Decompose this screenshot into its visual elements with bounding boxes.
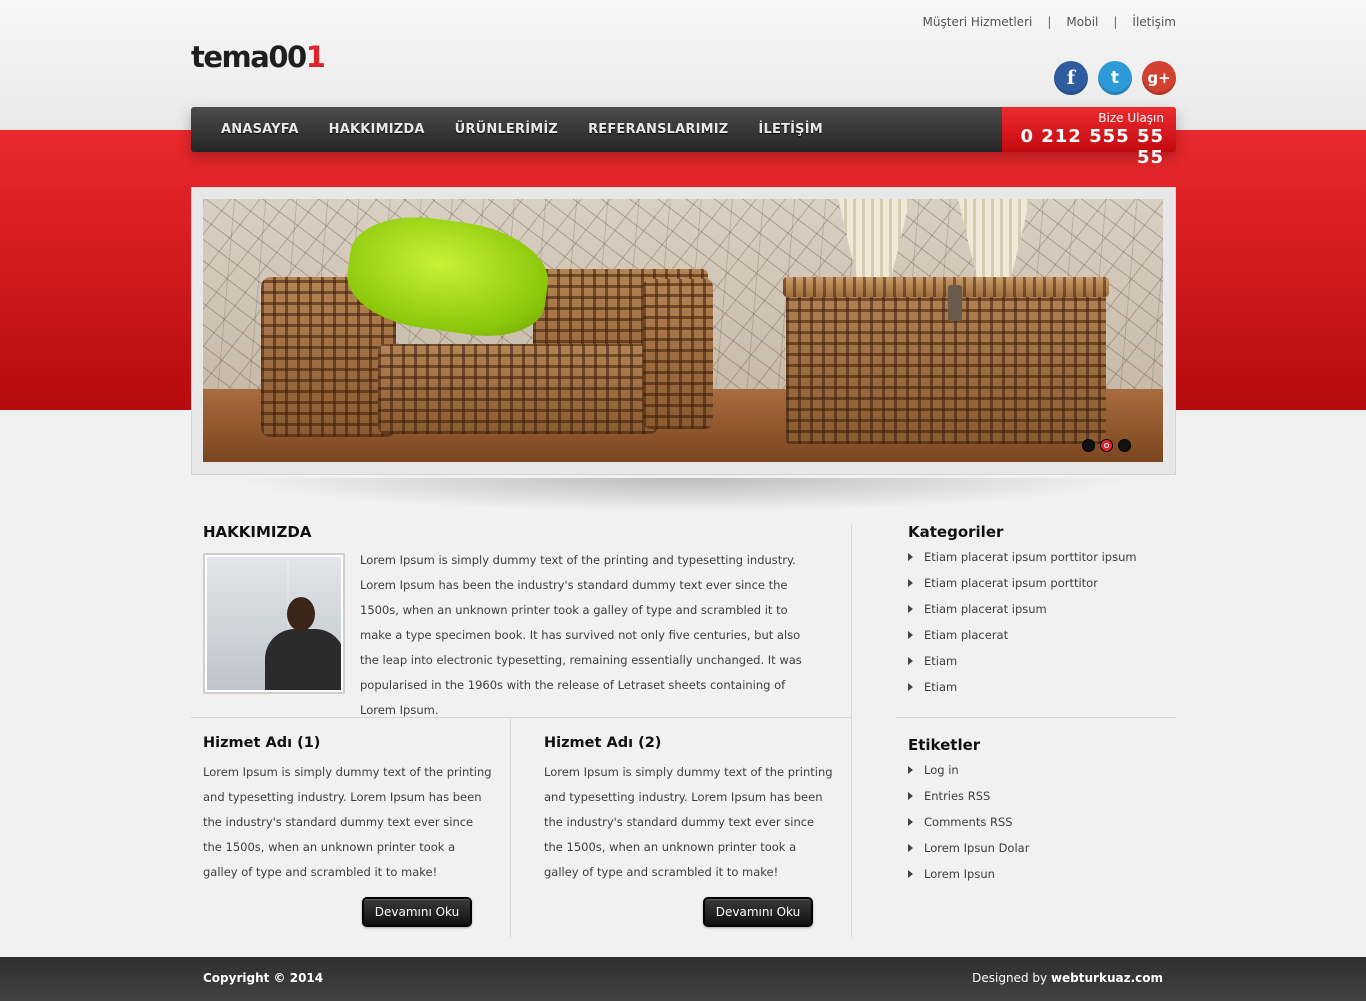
arrow-right-icon	[908, 631, 913, 639]
arrow-right-icon	[908, 792, 913, 800]
divider	[191, 717, 851, 718]
divider	[896, 717, 1176, 718]
about-title: HAKKIMIZDA	[203, 523, 312, 541]
logo-accent: 1	[305, 40, 326, 74]
category-item[interactable]: Etiam placerat	[908, 622, 1176, 648]
categories-title: Kategoriler	[908, 523, 1004, 541]
about-text: Lorem Ipsum is simply dummy text of the …	[360, 553, 802, 717]
top-link-separator: |	[1113, 15, 1118, 29]
nav-item-products[interactable]: ÜRÜNLERİMİZ	[440, 122, 573, 137]
footer: Copyright © 2014 Designed by webturkuaz.…	[0, 957, 1366, 1001]
top-link-contact[interactable]: İletişim	[1132, 15, 1176, 29]
nav-item-references[interactable]: REFERANSLARIMIZ	[573, 122, 743, 137]
top-link-separator: |	[1047, 15, 1052, 29]
tag-item[interactable]: Lorem Ipsun	[908, 861, 1176, 887]
category-item[interactable]: Etiam placerat ipsum	[908, 596, 1176, 622]
page-container: Müşteri Hizmetleri | Mobil | İletişim te…	[191, 0, 1176, 1001]
category-item[interactable]: Etiam	[908, 648, 1176, 674]
arrow-right-icon	[908, 870, 913, 878]
service-title: Hizmet Adı (1)	[203, 735, 321, 751]
facebook-icon[interactable]: f	[1054, 61, 1088, 95]
category-item[interactable]: Etiam placerat ipsum porttitor ipsum	[908, 544, 1176, 570]
divider	[851, 525, 852, 937]
slider-pagination	[1082, 439, 1131, 452]
arrow-right-icon	[908, 657, 913, 665]
arrow-right-icon	[908, 844, 913, 852]
arrow-right-icon	[908, 579, 913, 587]
nav-item-home[interactable]: ANASAYFA	[206, 122, 314, 137]
wicker-chest	[786, 284, 1106, 444]
service-title: Hizmet Adı (2)	[544, 735, 662, 751]
arrow-right-icon	[908, 553, 913, 561]
tag-item[interactable]: Entries RSS	[908, 783, 1176, 809]
service-card-2: Hizmet Adı (2) Lorem Ipsum is simply dum…	[544, 735, 834, 927]
divider	[510, 718, 511, 937]
top-link-customer-service[interactable]: Müşteri Hizmetleri	[923, 15, 1033, 29]
tag-item[interactable]: Lorem Ipsun Dolar	[908, 835, 1176, 861]
copyright-text: Copyright © 2014	[203, 971, 324, 985]
contact-label: Bize Ulaşın	[1098, 111, 1164, 125]
category-item[interactable]: Etiam	[908, 674, 1176, 700]
nav-item-about[interactable]: HAKKIMIZDA	[314, 122, 440, 137]
arrow-right-icon	[908, 818, 913, 826]
category-item[interactable]: Etiam placerat ipsum porttitor	[908, 570, 1176, 596]
logo-text: tema00	[191, 40, 307, 74]
arrow-right-icon	[908, 766, 913, 774]
tags-title: Etiketler	[908, 736, 981, 754]
tags-widget: Etiketler Log in Entries RSS Comments RS…	[908, 736, 1176, 887]
image-slider	[191, 187, 1176, 475]
read-more-button[interactable]: Devamını Oku	[703, 897, 813, 927]
slider-dot-1[interactable]	[1082, 439, 1095, 452]
about-photo	[203, 553, 345, 694]
slider-dot-3[interactable]	[1118, 439, 1131, 452]
arrow-right-icon	[908, 605, 913, 613]
designed-by: Designed by webturkuaz.com	[972, 971, 1163, 985]
nav-item-contact[interactable]: İLETİŞİM	[743, 122, 837, 137]
main-navigation: ANASAYFA HAKKIMIZDA ÜRÜNLERİMİZ REFERANS…	[191, 107, 1176, 168]
designer-link[interactable]: webturkuaz.com	[1051, 971, 1163, 985]
googleplus-icon[interactable]: g+	[1142, 61, 1176, 95]
contact-box: Bize Ulaşın 0 212 555 55 55	[1002, 107, 1176, 168]
slide-image	[203, 199, 1163, 462]
twitter-icon[interactable]: t	[1098, 61, 1132, 95]
top-links: Müşteri Hizmetleri | Mobil | İletişim	[923, 15, 1176, 29]
read-more-button[interactable]: Devamını Oku	[362, 897, 472, 927]
service-text: Lorem Ipsum is simply dummy text of the …	[544, 765, 833, 879]
site-logo[interactable]: tema001	[191, 40, 326, 74]
top-link-mobile[interactable]: Mobil	[1066, 15, 1098, 29]
slider-dot-2[interactable]	[1100, 439, 1113, 452]
tag-item[interactable]: Log in	[908, 757, 1176, 783]
social-icons: f t g+	[1054, 61, 1176, 95]
service-card-1: Hizmet Adı (1) Lorem Ipsum is simply dum…	[203, 735, 493, 927]
designed-by-prefix: Designed by	[972, 971, 1051, 985]
tag-item[interactable]: Comments RSS	[908, 809, 1176, 835]
service-text: Lorem Ipsum is simply dummy text of the …	[203, 765, 492, 879]
arrow-right-icon	[908, 683, 913, 691]
contact-phone[interactable]: 0 212 555 55 55	[1002, 126, 1164, 168]
categories-widget: Kategoriler Etiam placerat ipsum porttit…	[908, 523, 1176, 700]
